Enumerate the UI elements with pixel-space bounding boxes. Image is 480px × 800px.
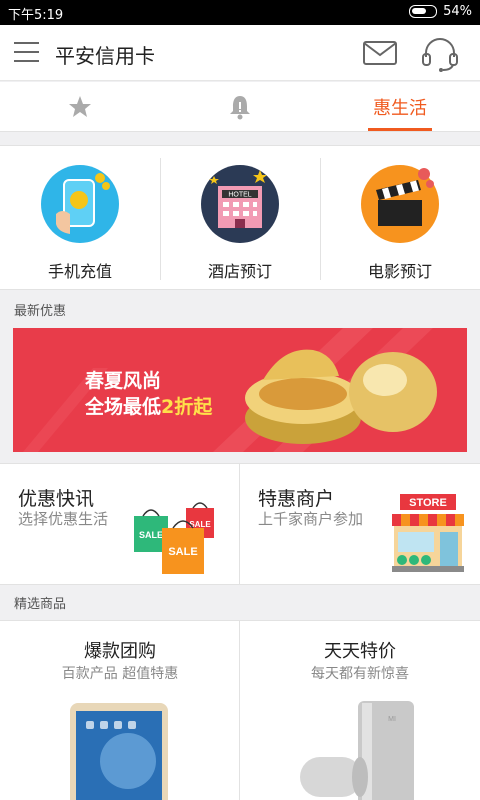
banner-headline: 春夏风尚 (85, 370, 162, 392)
battery-icon (409, 5, 438, 18)
status-time: 下午5:19 (8, 8, 64, 23)
banner-subline-prefix: 全场最低 (85, 396, 162, 418)
menu-icon[interactable] (14, 42, 39, 62)
promo-subtitle: 上千家商户参加 (258, 510, 364, 528)
tab-deals[interactable]: 惠生活 (320, 82, 480, 132)
section-title-latest: 最新优惠 (14, 304, 67, 319)
service-movie[interactable]: 电影预订 (320, 146, 480, 291)
svg-text:MI: MI (388, 716, 396, 723)
sale-bags-icon: SALE SALE SALE (134, 502, 214, 574)
sale-badge: SALE (139, 530, 163, 540)
store-icon: STORE (392, 494, 464, 572)
tab-bar: 惠生活 (0, 82, 480, 132)
service-label: 酒店预订 (207, 262, 272, 281)
banner-subline: 全场最低2折起 (85, 392, 212, 419)
phone-topup-icon (41, 165, 119, 243)
store-sign: STORE (409, 497, 447, 509)
active-tab-indicator (368, 128, 432, 131)
banner-graphic (13, 328, 467, 452)
promo-banner[interactable]: 春夏风尚 全场最低2折起 (13, 328, 467, 452)
status-indicators: 54% (409, 4, 472, 19)
tab-deals-label: 惠生活 (373, 98, 427, 119)
product-title: 爆款团购 (84, 641, 156, 662)
service-label: 手机充值 (47, 262, 112, 281)
promo-card-deal-news[interactable]: 优惠快讯 选择优惠生活 SALE SALE SALE (0, 463, 240, 585)
tab-notifications[interactable] (160, 82, 320, 132)
product-subtitle: 百款产品 超值特惠 (61, 666, 179, 682)
section-title-featured: 精选商品 (14, 597, 67, 612)
product-subtitle: 每天都有新惊喜 (311, 666, 409, 682)
app-header: 平安信用卡 (0, 25, 480, 81)
promo-title: 特惠商户 (258, 488, 335, 510)
tablet-image (70, 703, 168, 800)
product-daily-special[interactable]: 天天特价 每天都有新惊喜 MI (240, 621, 480, 800)
service-label: 电影预订 (367, 262, 432, 281)
movie-clapper-icon (361, 165, 439, 243)
service-phone-topup[interactable]: 手机充值 (0, 146, 160, 291)
tab-favorites[interactable] (0, 82, 160, 132)
promo-title: 优惠快讯 (18, 488, 95, 510)
hotel-icon: HOTEL (201, 165, 279, 243)
hotel-sign: HOTEL (228, 192, 251, 199)
headset-icon[interactable] (421, 37, 459, 73)
product-title: 天天特价 (324, 641, 396, 662)
bell-icon (230, 96, 250, 120)
featured-products: 爆款团购 百款产品 超值特惠 天天特价 每天都有新惊喜 MI (0, 620, 480, 800)
service-hotel[interactable]: HOTEL 酒店预订 (160, 146, 320, 291)
banner-discount: 2折起 (161, 396, 213, 418)
product-group-buy[interactable]: 爆款团购 百款产品 超值特惠 (0, 621, 240, 800)
sale-badge: SALE (168, 546, 197, 558)
promo-card-merchants[interactable]: 特惠商户 上千家商户参加 STORE (240, 463, 480, 585)
status-bar: 下午5:19 54% (0, 0, 480, 25)
star-icon (69, 96, 91, 117)
services-grid: 手机充值 HOTEL 酒店预订 电影预订 (0, 145, 480, 290)
mail-icon[interactable] (363, 41, 397, 65)
page-title: 平安信用卡 (55, 44, 155, 68)
power-bank-image: MI (300, 701, 414, 800)
promo-subtitle: 选择优惠生活 (18, 510, 109, 528)
battery-percent: 54% (443, 4, 472, 19)
